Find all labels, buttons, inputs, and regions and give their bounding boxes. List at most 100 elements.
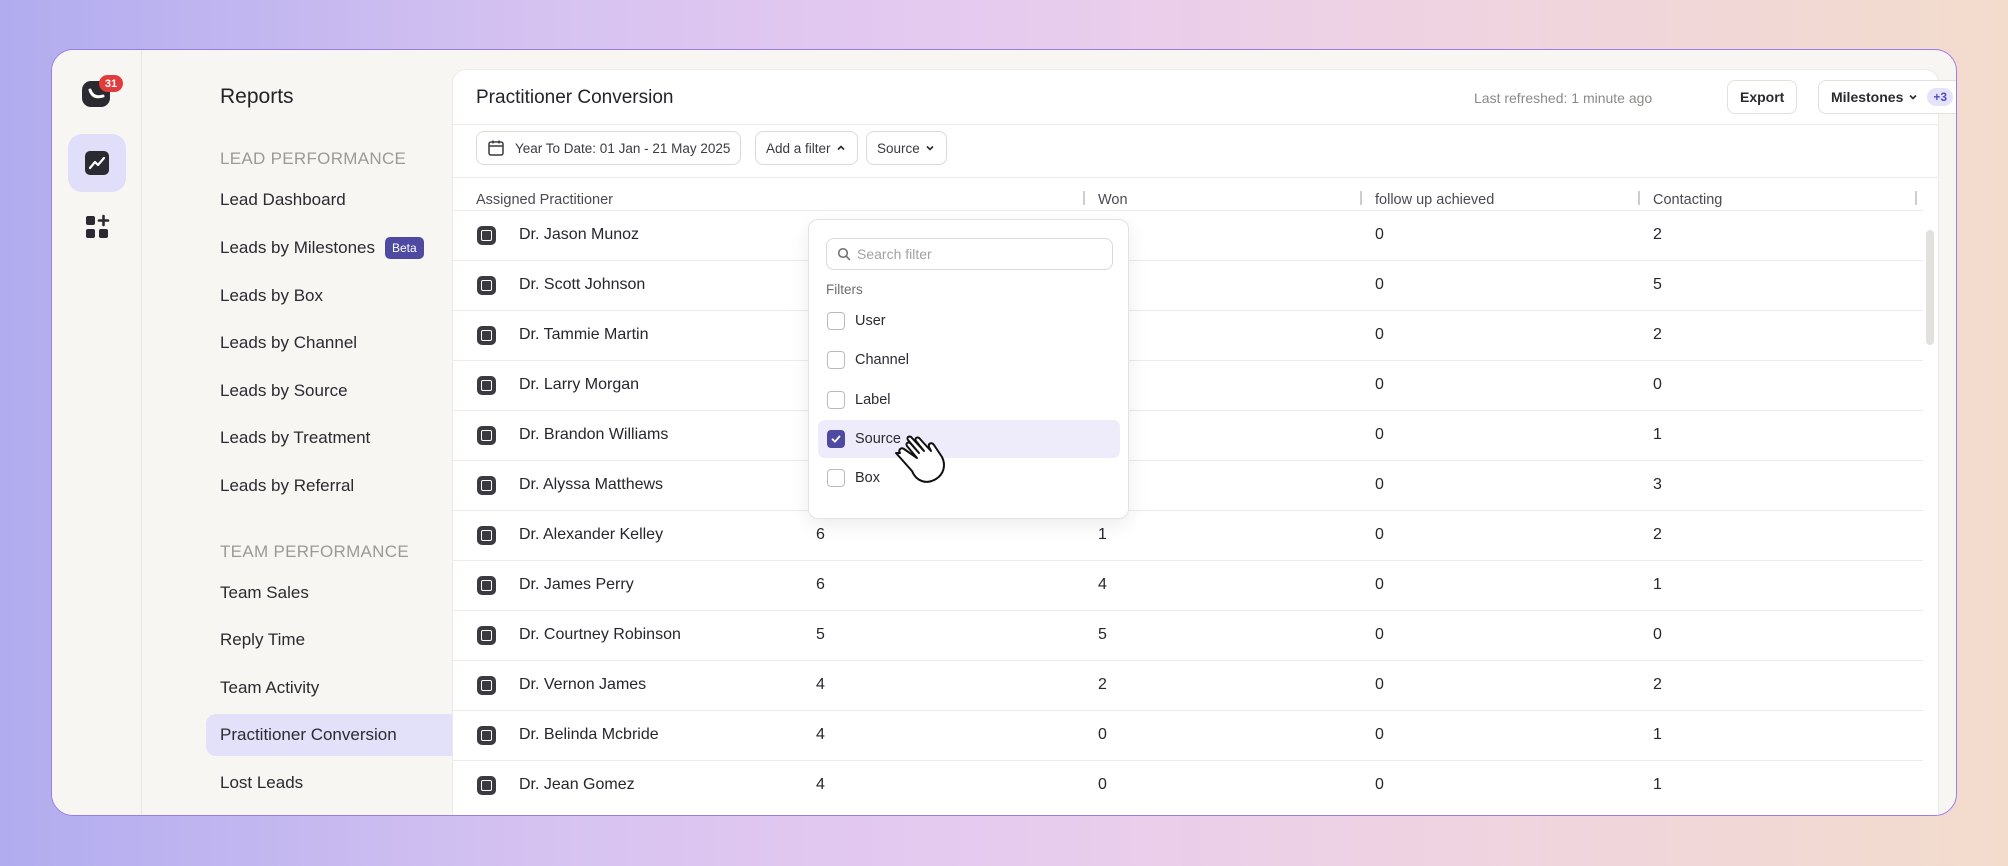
- table-cell: 3: [1653, 476, 1662, 493]
- practitioner-name: Dr. Belinda Mcbride: [519, 726, 659, 743]
- practitioner-name: Dr. Vernon James: [519, 676, 647, 693]
- checkbox[interactable]: [827, 469, 845, 488]
- practitioner-icon: [477, 276, 496, 295]
- table-row[interactable]: Dr. Alyssa Matthews6303: [453, 460, 1923, 510]
- table-cell: 5: [816, 626, 825, 643]
- hand-cursor-icon: [895, 435, 945, 483]
- page-title: Practitioner Conversion: [476, 87, 674, 108]
- checkbox-checked[interactable]: [827, 429, 845, 448]
- table-cell: 2: [1098, 676, 1107, 693]
- sidebar-item-team-sales[interactable]: Team Sales: [206, 572, 480, 614]
- table-cell: 0: [1375, 626, 1384, 643]
- table-cell: 1: [1653, 576, 1662, 593]
- table-cell: 0: [1375, 426, 1384, 443]
- column-header-follow-up[interactable]: follow up achieved: [1375, 192, 1494, 208]
- table-row[interactable]: Dr. Larry Morgan200: [453, 360, 1923, 410]
- practitioner-icon: [477, 476, 496, 495]
- sidebar-item-lost-leads[interactable]: Lost Leads: [206, 762, 480, 804]
- table-cell: 2: [1653, 226, 1662, 243]
- sidebar-item-lead-dashboard[interactable]: Lead Dashboard: [206, 179, 480, 221]
- filter-option-channel[interactable]: Channel: [818, 341, 1120, 379]
- table-cell: 2: [1653, 676, 1662, 693]
- check-icon: [831, 435, 841, 443]
- column-header-won[interactable]: Won: [1098, 192, 1128, 208]
- table-cell: 2: [1653, 326, 1662, 343]
- table-cell: 0: [1375, 476, 1384, 493]
- sidebar-item-leads-by-referral[interactable]: Leads by Referral: [206, 465, 480, 507]
- table-row[interactable]: Dr. Jason Munoz802: [453, 210, 1923, 260]
- sidebar-item-leads-by-source[interactable]: Leads by Source: [206, 370, 480, 412]
- filter-option-label: User: [855, 313, 886, 329]
- column-header-practitioner[interactable]: Assigned Practitioner: [476, 192, 613, 208]
- source-filter-chip[interactable]: Source: [866, 131, 947, 165]
- filter-option-label: Label: [855, 391, 891, 408]
- sidebar-item-reply-time[interactable]: Reply Time: [206, 619, 480, 661]
- table-cell: 0: [1375, 226, 1384, 243]
- table-row[interactable]: Dr. Jean Gomez 4 0 0 1: [453, 760, 1923, 810]
- column-header-contacting[interactable]: Contacting: [1653, 192, 1722, 208]
- add-filter-button[interactable]: Add a filter: [755, 131, 858, 165]
- milestones-dropdown[interactable]: Milestones +3: [1818, 80, 1956, 114]
- table-row[interactable]: Dr. Alexander Kelley 6 1 0 2: [453, 510, 1923, 560]
- analytics-button[interactable]: [68, 134, 126, 192]
- analytics-icon: [85, 151, 109, 175]
- filter-option-source[interactable]: Source: [818, 419, 1120, 458]
- beta-badge: Beta: [384, 237, 424, 259]
- date-range-filter[interactable]: Year To Date: 01 Jan - 21 May 2025: [476, 131, 742, 165]
- column-resize-handle[interactable]: [1638, 191, 1640, 205]
- table-cell: 5: [1653, 276, 1662, 293]
- search-filter-input[interactable]: Search filter: [826, 238, 1113, 270]
- table-row[interactable]: Dr. Belinda Mcbride 4 0 0 1: [453, 710, 1923, 760]
- practitioner-name: Dr. Courtney Robinson: [519, 626, 681, 643]
- practitioner-icon: [477, 676, 496, 695]
- column-resize-handle[interactable]: [1083, 191, 1085, 205]
- add-widget-button[interactable]: [68, 198, 126, 256]
- sidebar-item-team-activity[interactable]: Team Activity: [206, 667, 480, 709]
- table-row[interactable]: Dr. Tammie Martin702: [453, 310, 1923, 360]
- table-row[interactable]: Dr. Courtney Robinson 5 5 0 0: [453, 610, 1923, 660]
- sidebar-item-leads-by-box[interactable]: Leads by Box: [206, 275, 480, 317]
- sidebar-item-practitioner-conversion[interactable]: Practitioner Conversion: [206, 714, 480, 756]
- chevron-down-icon: [926, 145, 934, 151]
- table-cell: 0: [1098, 726, 1107, 743]
- sidebar-item-leads-by-channel[interactable]: Leads by Channel: [206, 322, 480, 364]
- table-row[interactable]: Dr. Brandon Williams701: [453, 410, 1923, 460]
- practitioner-name: Dr. Scott Johnson: [519, 276, 646, 293]
- filters-section-label: Filters: [826, 282, 863, 297]
- practitioner-icon: [477, 576, 496, 595]
- filter-option-user[interactable]: User: [818, 302, 1120, 340]
- practitioner-icon: [477, 626, 496, 645]
- last-refreshed-text: Last refreshed: 1 minute ago: [1474, 90, 1653, 106]
- table-row[interactable]: Dr. Vernon James 4 2 0 2: [453, 660, 1923, 710]
- reports-sidebar: Reports LEAD PERFORMANCE Lead Dashboard …: [142, 50, 480, 815]
- checkbox[interactable]: [827, 312, 845, 330]
- sidebar-item-leads-by-treatment[interactable]: Leads by Treatment: [206, 417, 480, 459]
- sidebar-item-leads-by-milestones[interactable]: Leads by Milestones Beta: [206, 227, 480, 269]
- practitioner-icon: [477, 526, 496, 545]
- filter-option-label: Box: [855, 470, 880, 487]
- practitioner-name: Dr. Jason Munoz: [519, 226, 640, 243]
- filters-divider: [453, 177, 1938, 178]
- practitioner-icon: [477, 226, 496, 245]
- practitioner-name: Dr. Alyssa Matthews: [519, 476, 664, 493]
- practitioner-name: Dr. Tammie Martin: [519, 326, 649, 343]
- column-resize-handle[interactable]: [1360, 191, 1362, 205]
- column-resize-handle[interactable]: [1915, 191, 1917, 205]
- table-cell: 1: [1653, 426, 1662, 443]
- table-cell: 6: [816, 576, 825, 593]
- filter-option-label[interactable]: Label: [818, 381, 1120, 419]
- table-row[interactable]: Dr. Scott Johnson605: [453, 260, 1923, 310]
- table-cell: 0: [1375, 276, 1384, 293]
- practitioner-name: Dr. Jean Gomez: [519, 776, 635, 793]
- table-scrollbar[interactable]: [1926, 230, 1934, 345]
- add-widget-icon: [86, 214, 110, 238]
- section-heading-team-performance: TEAM PERFORMANCE: [220, 542, 409, 561]
- checkbox[interactable]: [827, 351, 845, 370]
- table-row[interactable]: Dr. James Perry 6 4 0 1: [453, 560, 1923, 610]
- report-panel: Practitioner Conversion Last refreshed: …: [452, 69, 1956, 815]
- export-button[interactable]: Export: [1727, 80, 1798, 114]
- app-window: 3 1 Reports LEAD PERFORMANCE Lead Dashboa…: [51, 49, 1957, 816]
- checkbox[interactable]: [827, 390, 845, 409]
- filter-option-box[interactable]: Box: [818, 459, 1120, 497]
- practitioner-icon: [477, 376, 496, 395]
